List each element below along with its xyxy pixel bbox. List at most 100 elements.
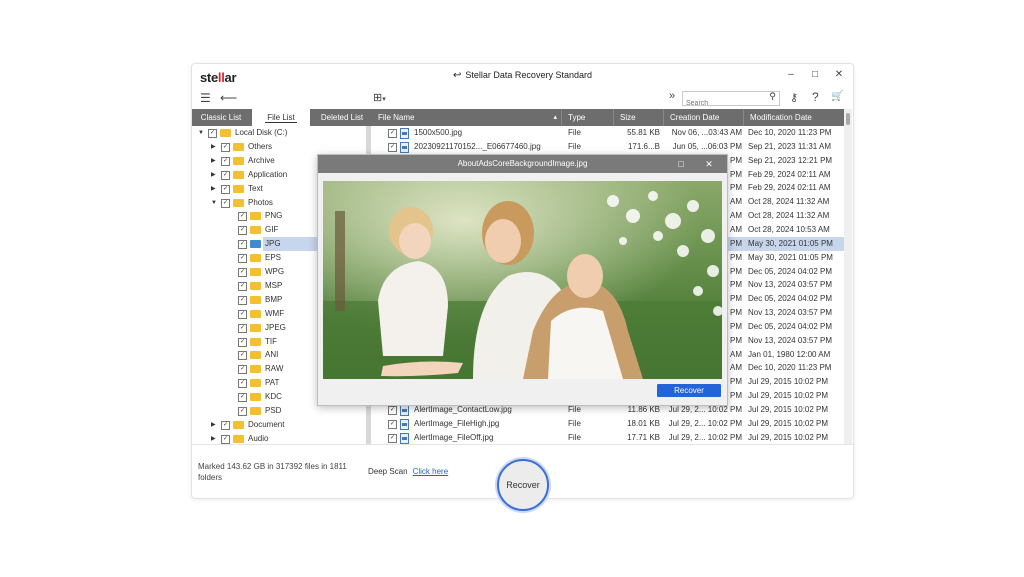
- tree-checkbox[interactable]: ✓: [238, 365, 247, 375]
- tree-item[interactable]: ▶ ✓ Document: [192, 418, 366, 432]
- cell-modified: Jul 29, 2015 10:02 PM: [748, 377, 829, 387]
- tree-item-label: WMF: [265, 308, 285, 318]
- tree-item-label: EPS: [265, 253, 282, 263]
- tab-file-list[interactable]: File List: [252, 109, 310, 126]
- cart-icon[interactable]: 🛒: [831, 91, 843, 102]
- close-button[interactable]: ✕: [833, 69, 845, 80]
- tree-item-label: Photos: [248, 197, 273, 207]
- expand-arrow-icon[interactable]: ▶: [211, 154, 216, 168]
- table-scrollbar[interactable]: [844, 109, 852, 444]
- back-arrow-icon[interactable]: ⟵: [220, 91, 237, 105]
- folder-icon: [250, 351, 261, 360]
- deep-scan-link[interactable]: Click here: [413, 467, 449, 476]
- help-icon[interactable]: ?: [812, 90, 819, 104]
- maximize-button[interactable]: □: [809, 69, 821, 80]
- menu-icon[interactable]: ☰: [200, 91, 211, 105]
- cell-created: Jul 29, 2... 10:02 PM: [668, 418, 742, 428]
- toolbar: ☰ ⟵ ⊞▾ » ⚲ ⚷ ? 🛒: [192, 89, 853, 109]
- tree-checkbox[interactable]: ✓: [221, 170, 230, 180]
- cell-modified: May 30, 2021 01:05 PM: [748, 252, 833, 262]
- search-box[interactable]: ⚲: [682, 91, 780, 109]
- tree-item-label: Application: [248, 169, 288, 179]
- column-file-name[interactable]: File Name ▴: [372, 109, 562, 126]
- row-checkbox[interactable]: ✓: [388, 142, 397, 152]
- folder-icon: [233, 184, 244, 193]
- table-row[interactable]: ✓ 20230921170152..._E06677460.jpg File 171.…: [372, 140, 844, 154]
- folder-icon: [250, 226, 261, 235]
- tree-item-label: WPG: [265, 267, 285, 276]
- tree-item-label: Audio: [248, 433, 269, 443]
- tree-checkbox[interactable]: ✓: [221, 198, 230, 208]
- table-row[interactable]: ✓ AlertImage_FileHigh.jpg File 18.01 KB Jul …: [372, 417, 844, 431]
- tree-item-label: TIF: [265, 336, 277, 346]
- tree-item[interactable]: ▼ ✓ Local Disk (C:): [192, 126, 366, 140]
- expand-arrow-icon[interactable]: ▶: [211, 432, 216, 444]
- tree-checkbox[interactable]: ✓: [221, 420, 230, 430]
- tab-deleted-list[interactable]: Deleted List: [312, 109, 372, 126]
- collapse-arrow-icon[interactable]: ▼: [198, 126, 204, 140]
- expand-icon[interactable]: »: [669, 90, 675, 102]
- tree-checkbox[interactable]: ✓: [238, 295, 247, 305]
- column-modification-date[interactable]: Modification Date: [744, 109, 844, 126]
- tree-item[interactable]: ✓ PSD: [192, 404, 366, 418]
- tree-item[interactable]: ▶ ✓ Others: [192, 140, 366, 154]
- tree-item-label: KDC: [265, 392, 282, 402]
- image-file-icon: [400, 432, 409, 444]
- tree-checkbox[interactable]: ✓: [238, 268, 247, 277]
- table-scroll-thumb[interactable]: [846, 113, 850, 125]
- search-icon[interactable]: ⚲: [769, 91, 776, 102]
- table-row[interactable]: ✓ AlertImage_FileOff.jpg File 17.71 KB Jul 2…: [372, 431, 844, 444]
- tree-checkbox[interactable]: ✓: [238, 351, 247, 361]
- tree-checkbox[interactable]: ✓: [238, 337, 247, 347]
- row-checkbox[interactable]: ✓: [388, 406, 397, 415]
- folder-icon: [250, 281, 261, 290]
- expand-arrow-icon[interactable]: ▶: [211, 418, 216, 432]
- tree-checkbox[interactable]: ✓: [221, 434, 230, 444]
- collapse-arrow-icon[interactable]: ▼: [211, 196, 217, 210]
- folder-icon: [250, 268, 261, 276]
- cell-modified: Nov 13, 2024 03:57 PM: [748, 335, 833, 345]
- tree-checkbox[interactable]: ✓: [238, 309, 247, 319]
- cell-created: Jul 29, 2... 10:02 PM: [668, 432, 742, 442]
- tree-checkbox[interactable]: ✓: [238, 254, 247, 264]
- tree-checkbox[interactable]: ✓: [208, 129, 217, 138]
- preview-close-button[interactable]: ✕: [702, 155, 716, 173]
- column-type[interactable]: Type: [562, 109, 614, 126]
- expand-arrow-icon[interactable]: ▶: [211, 168, 216, 182]
- folder-icon: [250, 365, 261, 374]
- tree-checkbox[interactable]: ✓: [238, 240, 247, 250]
- tree-checkbox[interactable]: ✓: [221, 156, 230, 166]
- tree-checkbox[interactable]: ✓: [221, 184, 230, 194]
- expand-arrow-icon[interactable]: ▶: [211, 140, 216, 154]
- tree-checkbox[interactable]: ✓: [221, 142, 230, 152]
- tree-checkbox[interactable]: ✓: [238, 281, 247, 291]
- tree-item[interactable]: ▶ ✓ Audio: [192, 432, 366, 444]
- view-toggle-icon[interactable]: ⊞▾: [373, 91, 386, 104]
- cell-created: Nov 06, ...03:43 AM: [671, 128, 742, 137]
- column-creation-date[interactable]: Creation Date: [664, 109, 744, 126]
- expand-arrow-icon[interactable]: ▶: [211, 182, 216, 196]
- minimize-button[interactable]: –: [785, 69, 797, 80]
- row-checkbox[interactable]: ✓: [388, 129, 397, 138]
- recover-button[interactable]: Recover: [497, 459, 549, 511]
- folder-icon: [250, 295, 261, 304]
- tree-checkbox[interactable]: ✓: [238, 379, 247, 389]
- key-icon[interactable]: ⚷: [790, 91, 798, 104]
- tree-checkbox[interactable]: ✓: [238, 226, 247, 236]
- row-checkbox[interactable]: ✓: [388, 433, 397, 443]
- tab-classic-list[interactable]: Classic List: [192, 109, 250, 126]
- tree-checkbox[interactable]: ✓: [238, 407, 247, 416]
- search-input[interactable]: [683, 98, 764, 109]
- cell-modified: Feb 29, 2024 02:11 AM: [748, 169, 831, 179]
- cell-modified: Jul 29, 2015 10:02 PM: [748, 418, 829, 428]
- undo-icon[interactable]: ↩: [453, 70, 461, 81]
- column-size[interactable]: Size: [614, 109, 664, 126]
- row-checkbox[interactable]: ✓: [388, 419, 397, 429]
- tree-checkbox[interactable]: ✓: [238, 323, 247, 333]
- cell-modified: Feb 29, 2024 02:11 AM: [748, 183, 831, 193]
- tree-checkbox[interactable]: ✓: [238, 393, 247, 403]
- preview-maximize-button[interactable]: □: [674, 155, 688, 173]
- preview-recover-button[interactable]: Recover: [657, 384, 721, 397]
- tree-checkbox[interactable]: ✓: [238, 212, 247, 222]
- table-row[interactable]: ✓ 1500x500.jpg File 55.81 KB Nov 06, ...03:4…: [372, 126, 844, 140]
